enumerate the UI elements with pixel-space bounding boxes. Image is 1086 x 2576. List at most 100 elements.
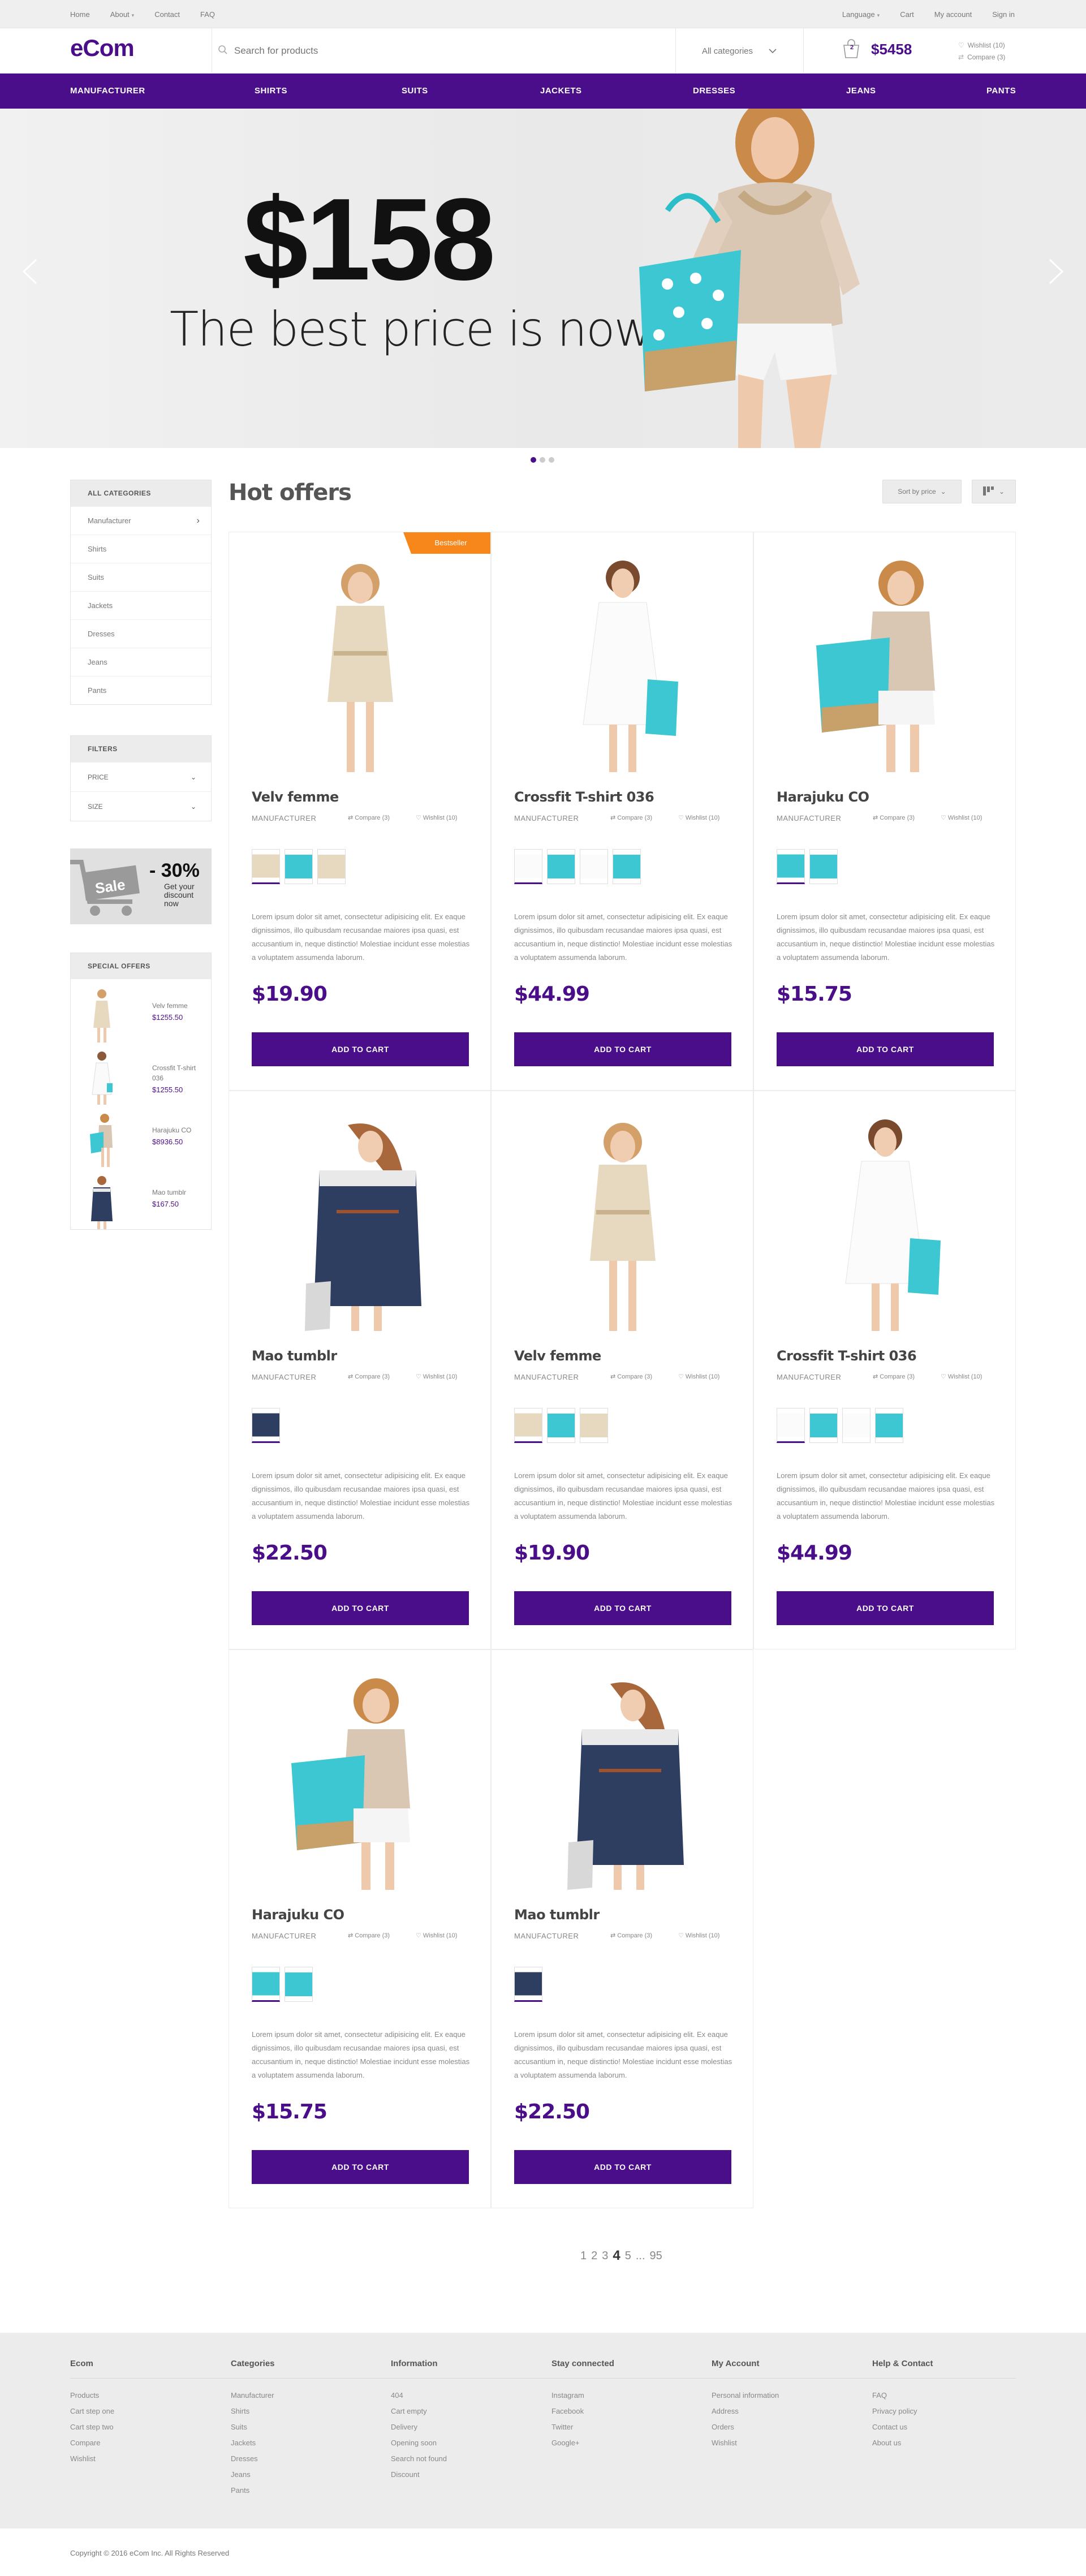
footer-link[interactable]: Delivery	[391, 2419, 527, 2435]
product-manufacturer[interactable]: MANUFACTURER	[514, 814, 579, 822]
product-image[interactable]	[514, 1673, 731, 1890]
compare-link[interactable]: ⇄ Compare (3)	[873, 814, 915, 821]
product-manufacturer[interactable]: MANUFACTURER	[252, 1373, 316, 1381]
color-swatch[interactable]	[809, 1408, 838, 1443]
category-item-manufacturer[interactable]: Manufacturer ›	[71, 506, 211, 535]
color-swatch[interactable]	[285, 849, 313, 884]
category-item-jeans[interactable]: Jeans	[71, 648, 211, 676]
add-to-cart-button[interactable]: ADD TO CART	[777, 1032, 994, 1066]
footer-link[interactable]: Cart step one	[70, 2403, 206, 2419]
nav-item-dresses[interactable]: DRESSES	[693, 74, 735, 109]
product-card[interactable]: Bestseller Velv femme MANUFACTURER ⇄ Compar…	[229, 532, 491, 1091]
special-offer-item[interactable]: Harajuku CO $8936.50	[88, 1112, 201, 1174]
product-manufacturer[interactable]: MANUFACTURER	[777, 814, 841, 822]
product-name[interactable]: Harajuku CO	[777, 789, 869, 805]
product-manufacturer[interactable]: MANUFACTURER	[252, 1932, 316, 1940]
compare-link[interactable]: ⇄ Compare (3)	[348, 1932, 390, 1939]
page-link-current[interactable]: 4	[613, 2248, 620, 2264]
page-link[interactable]: 3	[602, 2250, 608, 2263]
product-manufacturer[interactable]: MANUFACTURER	[777, 1373, 841, 1381]
footer-link[interactable]: Google+	[551, 2435, 687, 2451]
add-to-cart-button[interactable]: ADD TO CART	[777, 1591, 994, 1625]
category-item-shirts[interactable]: Shirts	[71, 535, 211, 563]
product-card[interactable]: Crossfit T-shirt 036 MANUFACTURER ⇄ Compar…	[753, 1091, 1016, 1649]
color-swatch[interactable]	[580, 1408, 608, 1443]
nav-item-shirts[interactable]: SHIRTS	[255, 74, 287, 109]
footer-link[interactable]: Orders	[712, 2419, 847, 2435]
hero-prev-arrow[interactable]	[21, 255, 38, 294]
nav-item-suits[interactable]: SUITS	[402, 74, 428, 109]
color-swatch[interactable]	[514, 849, 542, 884]
category-item-pants[interactable]: Pants	[71, 676, 211, 704]
footer-link[interactable]: Facebook	[551, 2403, 687, 2419]
color-swatch[interactable]	[875, 1408, 903, 1443]
language-select[interactable]: Language ▾	[842, 10, 880, 19]
footer-link[interactable]: Manufacturer	[231, 2388, 367, 2403]
topbar-link-about[interactable]: About ▾	[110, 10, 135, 19]
product-image[interactable]	[514, 1114, 731, 1331]
product-name[interactable]: Crossfit T-shirt 036	[777, 1348, 917, 1364]
wishlist-link[interactable]: ♡ Wishlist (10)	[941, 1373, 982, 1380]
slider-dot[interactable]	[549, 457, 554, 463]
footer-link[interactable]: Search not found	[391, 2451, 527, 2467]
special-offer-item[interactable]: Velv femme $1255.50	[88, 987, 201, 1049]
color-swatch[interactable]	[777, 849, 805, 884]
color-swatch[interactable]	[514, 1967, 542, 2002]
footer-link[interactable]: Twitter	[551, 2419, 687, 2435]
topbar-link-my-account[interactable]: My account	[934, 10, 972, 19]
footer-link[interactable]: Contact us	[872, 2419, 1008, 2435]
cart-widget[interactable]: 2 $5458	[841, 38, 912, 60]
add-to-cart-button[interactable]: ADD TO CART	[252, 1032, 469, 1066]
footer-link[interactable]: Wishlist	[712, 2435, 847, 2451]
footer-link[interactable]: Personal information	[712, 2388, 847, 2403]
topbar-link-faq[interactable]: FAQ	[200, 10, 215, 19]
wishlist-link[interactable]: ♡ Wishlist (10)	[958, 40, 1005, 51]
add-to-cart-button[interactable]: ADD TO CART	[252, 2150, 469, 2184]
search-icon[interactable]	[212, 45, 234, 58]
compare-link[interactable]: ⇄ Compare (3)	[348, 814, 390, 821]
product-image[interactable]	[777, 555, 994, 772]
footer-link[interactable]: 404	[391, 2388, 527, 2403]
topbar-link-sign-in[interactable]: Sign in	[992, 10, 1015, 19]
wishlist-link[interactable]: ♡ Wishlist (10)	[941, 814, 982, 821]
page-link[interactable]: 5	[625, 2250, 631, 2263]
product-name[interactable]: Mao tumblr	[252, 1348, 337, 1364]
product-card[interactable]: Harajuku CO MANUFACTURER ⇄ Compare (3) ♡ Wi…	[229, 1649, 491, 2208]
footer-link[interactable]: Products	[70, 2388, 206, 2403]
page-link[interactable]: 2	[591, 2250, 597, 2263]
product-card[interactable]: Harajuku CO MANUFACTURER ⇄ Compare (3) ♡ Wi…	[753, 532, 1016, 1091]
product-manufacturer[interactable]: MANUFACTURER	[514, 1373, 579, 1381]
compare-link[interactable]: ⇄ Compare (3)	[610, 1932, 652, 1939]
compare-link[interactable]: ⇄ Compare (3)	[348, 1373, 390, 1380]
product-card[interactable]: Velv femme MANUFACTURER ⇄ Compare (3) ♡ Wis…	[491, 1091, 753, 1649]
footer-link[interactable]: Cart step two	[70, 2419, 206, 2435]
product-image[interactable]	[252, 1673, 469, 1890]
compare-link[interactable]: ⇄ Compare (3)	[958, 51, 1005, 63]
special-offer-item[interactable]: Crossfit T-shirt 036 $1255.50	[88, 1049, 201, 1112]
product-image[interactable]	[252, 555, 469, 772]
footer-link[interactable]: Instagram	[551, 2388, 687, 2403]
product-manufacturer[interactable]: MANUFACTURER	[514, 1932, 579, 1940]
footer-link[interactable]: Opening soon	[391, 2435, 527, 2451]
color-swatch[interactable]	[547, 849, 575, 884]
footer-link[interactable]: Discount	[391, 2467, 527, 2483]
wishlist-link[interactable]: ♡ Wishlist (10)	[678, 1932, 719, 1939]
compare-link[interactable]: ⇄ Compare (3)	[873, 1373, 915, 1380]
footer-link[interactable]: Suits	[231, 2419, 367, 2435]
product-image[interactable]	[514, 555, 731, 772]
color-swatch[interactable]	[613, 849, 641, 884]
slider-dot[interactable]	[540, 457, 545, 463]
sale-banner[interactable]: Sale - 30% Get your discount now	[70, 848, 212, 924]
wishlist-link[interactable]: ♡ Wishlist (10)	[416, 814, 457, 821]
add-to-cart-button[interactable]: ADD TO CART	[514, 2150, 731, 2184]
footer-link[interactable]: Shirts	[231, 2403, 367, 2419]
product-name[interactable]: Crossfit T-shirt 036	[514, 789, 654, 805]
product-manufacturer[interactable]: MANUFACTURER	[252, 814, 316, 822]
color-swatch[interactable]	[252, 849, 280, 884]
color-swatch[interactable]	[285, 1967, 313, 2002]
product-name[interactable]: Mao tumblr	[514, 1907, 600, 1923]
category-item-suits[interactable]: Suits	[71, 563, 211, 591]
footer-link[interactable]: Jeans	[231, 2467, 367, 2483]
view-toggle[interactable]: ⌄	[972, 480, 1016, 503]
color-swatch[interactable]	[580, 849, 608, 884]
